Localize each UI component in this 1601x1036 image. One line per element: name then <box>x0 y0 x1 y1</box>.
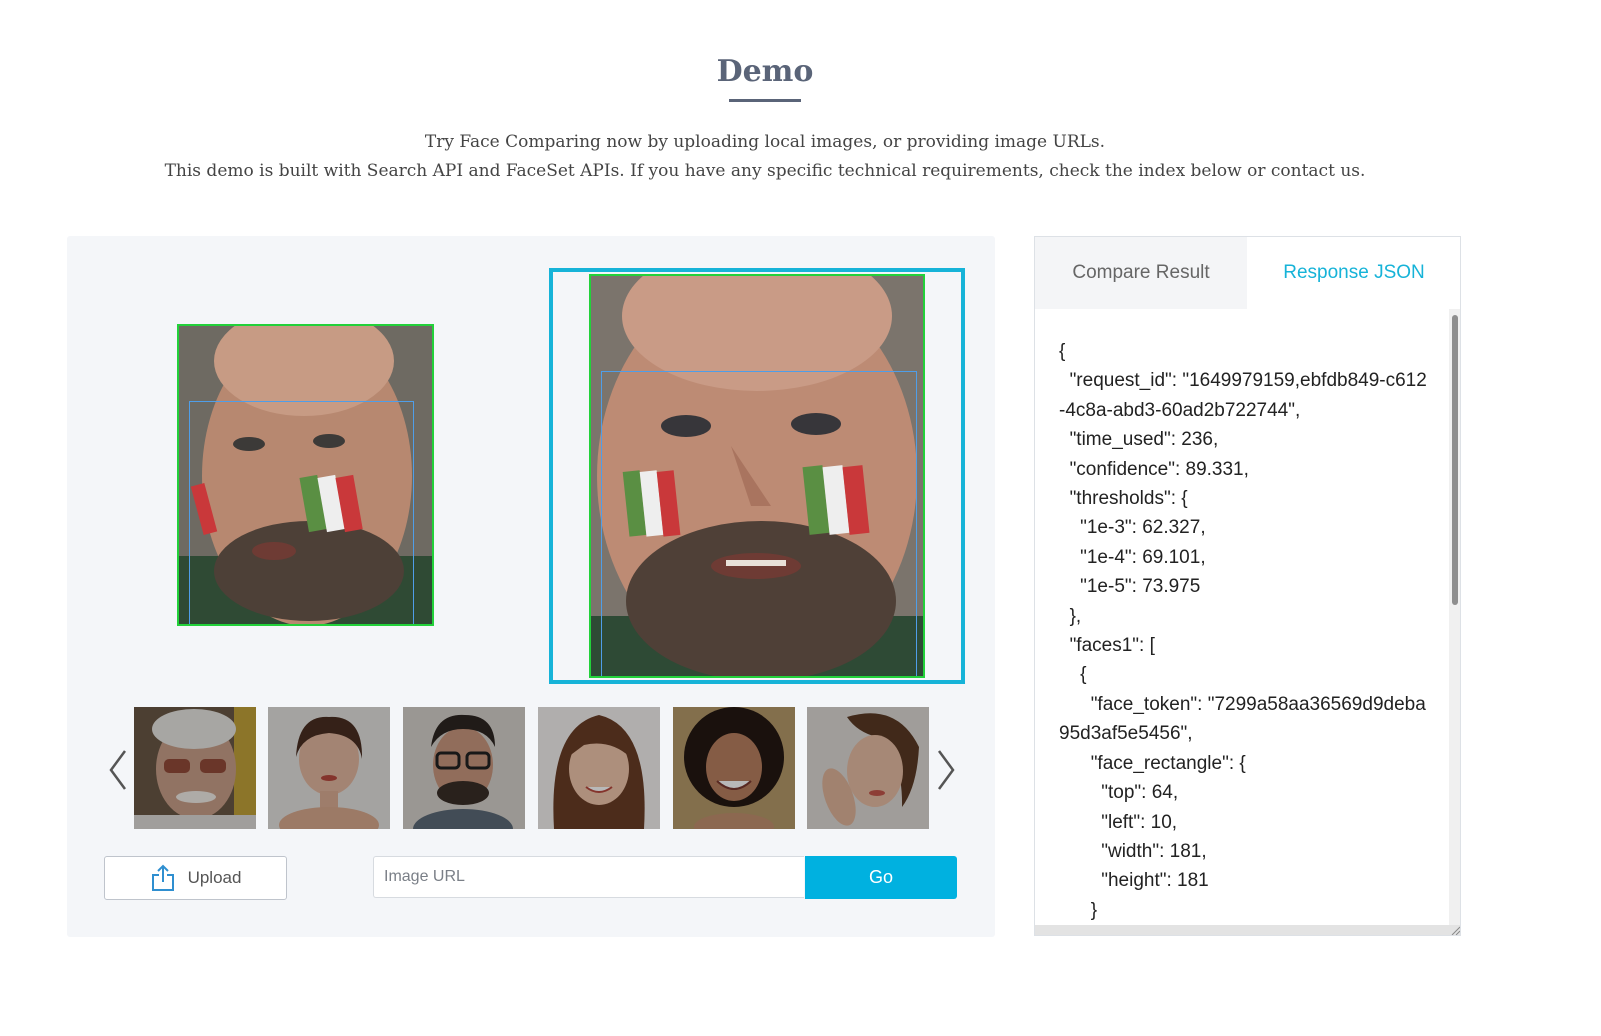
chevron-right-icon <box>937 750 955 790</box>
json-vertical-scrollbar[interactable] <box>1449 309 1460 925</box>
response-json-viewer[interactable]: { "request_id": "1649979159,ebfdb849-c61… <box>1035 309 1450 925</box>
title-underline <box>729 99 801 102</box>
woman-hand-face-photo <box>807 707 929 829</box>
thumb-girl-smiling[interactable] <box>538 707 660 829</box>
image-1-preview <box>177 324 434 626</box>
thumb-woman-short-hair[interactable] <box>268 707 390 829</box>
demo-panel: Upload Go <box>67 236 995 937</box>
thumb-elderly-man[interactable] <box>134 707 256 829</box>
resize-grip-icon[interactable] <box>1450 925 1460 935</box>
upload-button[interactable]: Upload <box>104 856 287 900</box>
subtitle-line-1: Try Face Comparing now by uploading loca… <box>424 132 1106 152</box>
image-2-preview <box>589 274 925 678</box>
chevron-left-icon <box>109 750 127 790</box>
go-button[interactable]: Go <box>805 856 957 899</box>
thumb-woman-hand-face[interactable] <box>807 707 929 829</box>
sample-image-carousel <box>134 707 934 829</box>
result-panel: Compare Result Response JSON { "request_… <box>1034 236 1461 936</box>
face-detection-box-1 <box>189 401 414 624</box>
result-tabs: Compare Result Response JSON <box>1035 237 1460 309</box>
carousel-next-button[interactable] <box>933 748 957 792</box>
json-horizontal-scrollbar[interactable] <box>1035 925 1460 935</box>
tab-response-json[interactable]: Response JSON <box>1248 237 1460 309</box>
elderly-man-photo <box>134 707 256 829</box>
subtitle-line-2: This demo is built with Search API and F… <box>164 161 1366 181</box>
upload-label: Upload <box>187 868 242 887</box>
man-glasses-photo <box>403 707 525 829</box>
response-json-text: { "request_id": "1649979159,ebfdb849-c61… <box>1059 341 1427 921</box>
image-url-input[interactable] <box>373 856 804 898</box>
woman-curly-hair-photo <box>673 707 795 829</box>
girl-smiling-photo <box>538 707 660 829</box>
carousel-prev-button[interactable] <box>107 748 131 792</box>
upload-icon <box>151 864 174 891</box>
thumb-woman-curly-hair[interactable] <box>673 707 795 829</box>
face-detection-box-2 <box>601 371 917 676</box>
json-scroll-thumb[interactable] <box>1452 315 1458 605</box>
image-2-selected-frame <box>549 268 965 684</box>
woman-short-hair-photo <box>268 707 390 829</box>
tab-compare-result[interactable]: Compare Result <box>1035 237 1247 309</box>
thumb-man-glasses[interactable] <box>403 707 525 829</box>
page-title: Demo <box>716 54 814 89</box>
